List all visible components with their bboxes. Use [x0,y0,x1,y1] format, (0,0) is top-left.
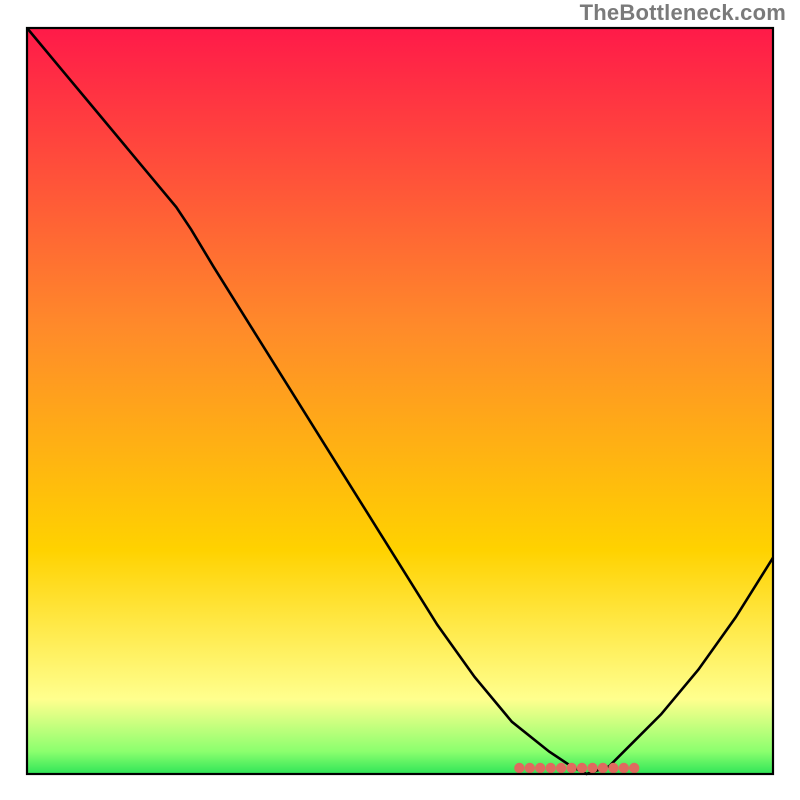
marker-dot [525,763,535,773]
marker-dot [546,763,556,773]
bottleneck-chart [0,0,800,800]
marker-dot [566,763,576,773]
marker-dot [577,763,587,773]
marker-dot [535,763,545,773]
marker-dot [587,763,597,773]
marker-dot [514,763,524,773]
chart-container: { "watermark": "TheBottleneck.com", "col… [0,0,800,800]
marker-dot [619,763,629,773]
gradient-background [27,28,773,774]
marker-dot [629,763,639,773]
marker-dot [556,763,566,773]
marker-dot [598,763,608,773]
marker-dot [608,763,618,773]
